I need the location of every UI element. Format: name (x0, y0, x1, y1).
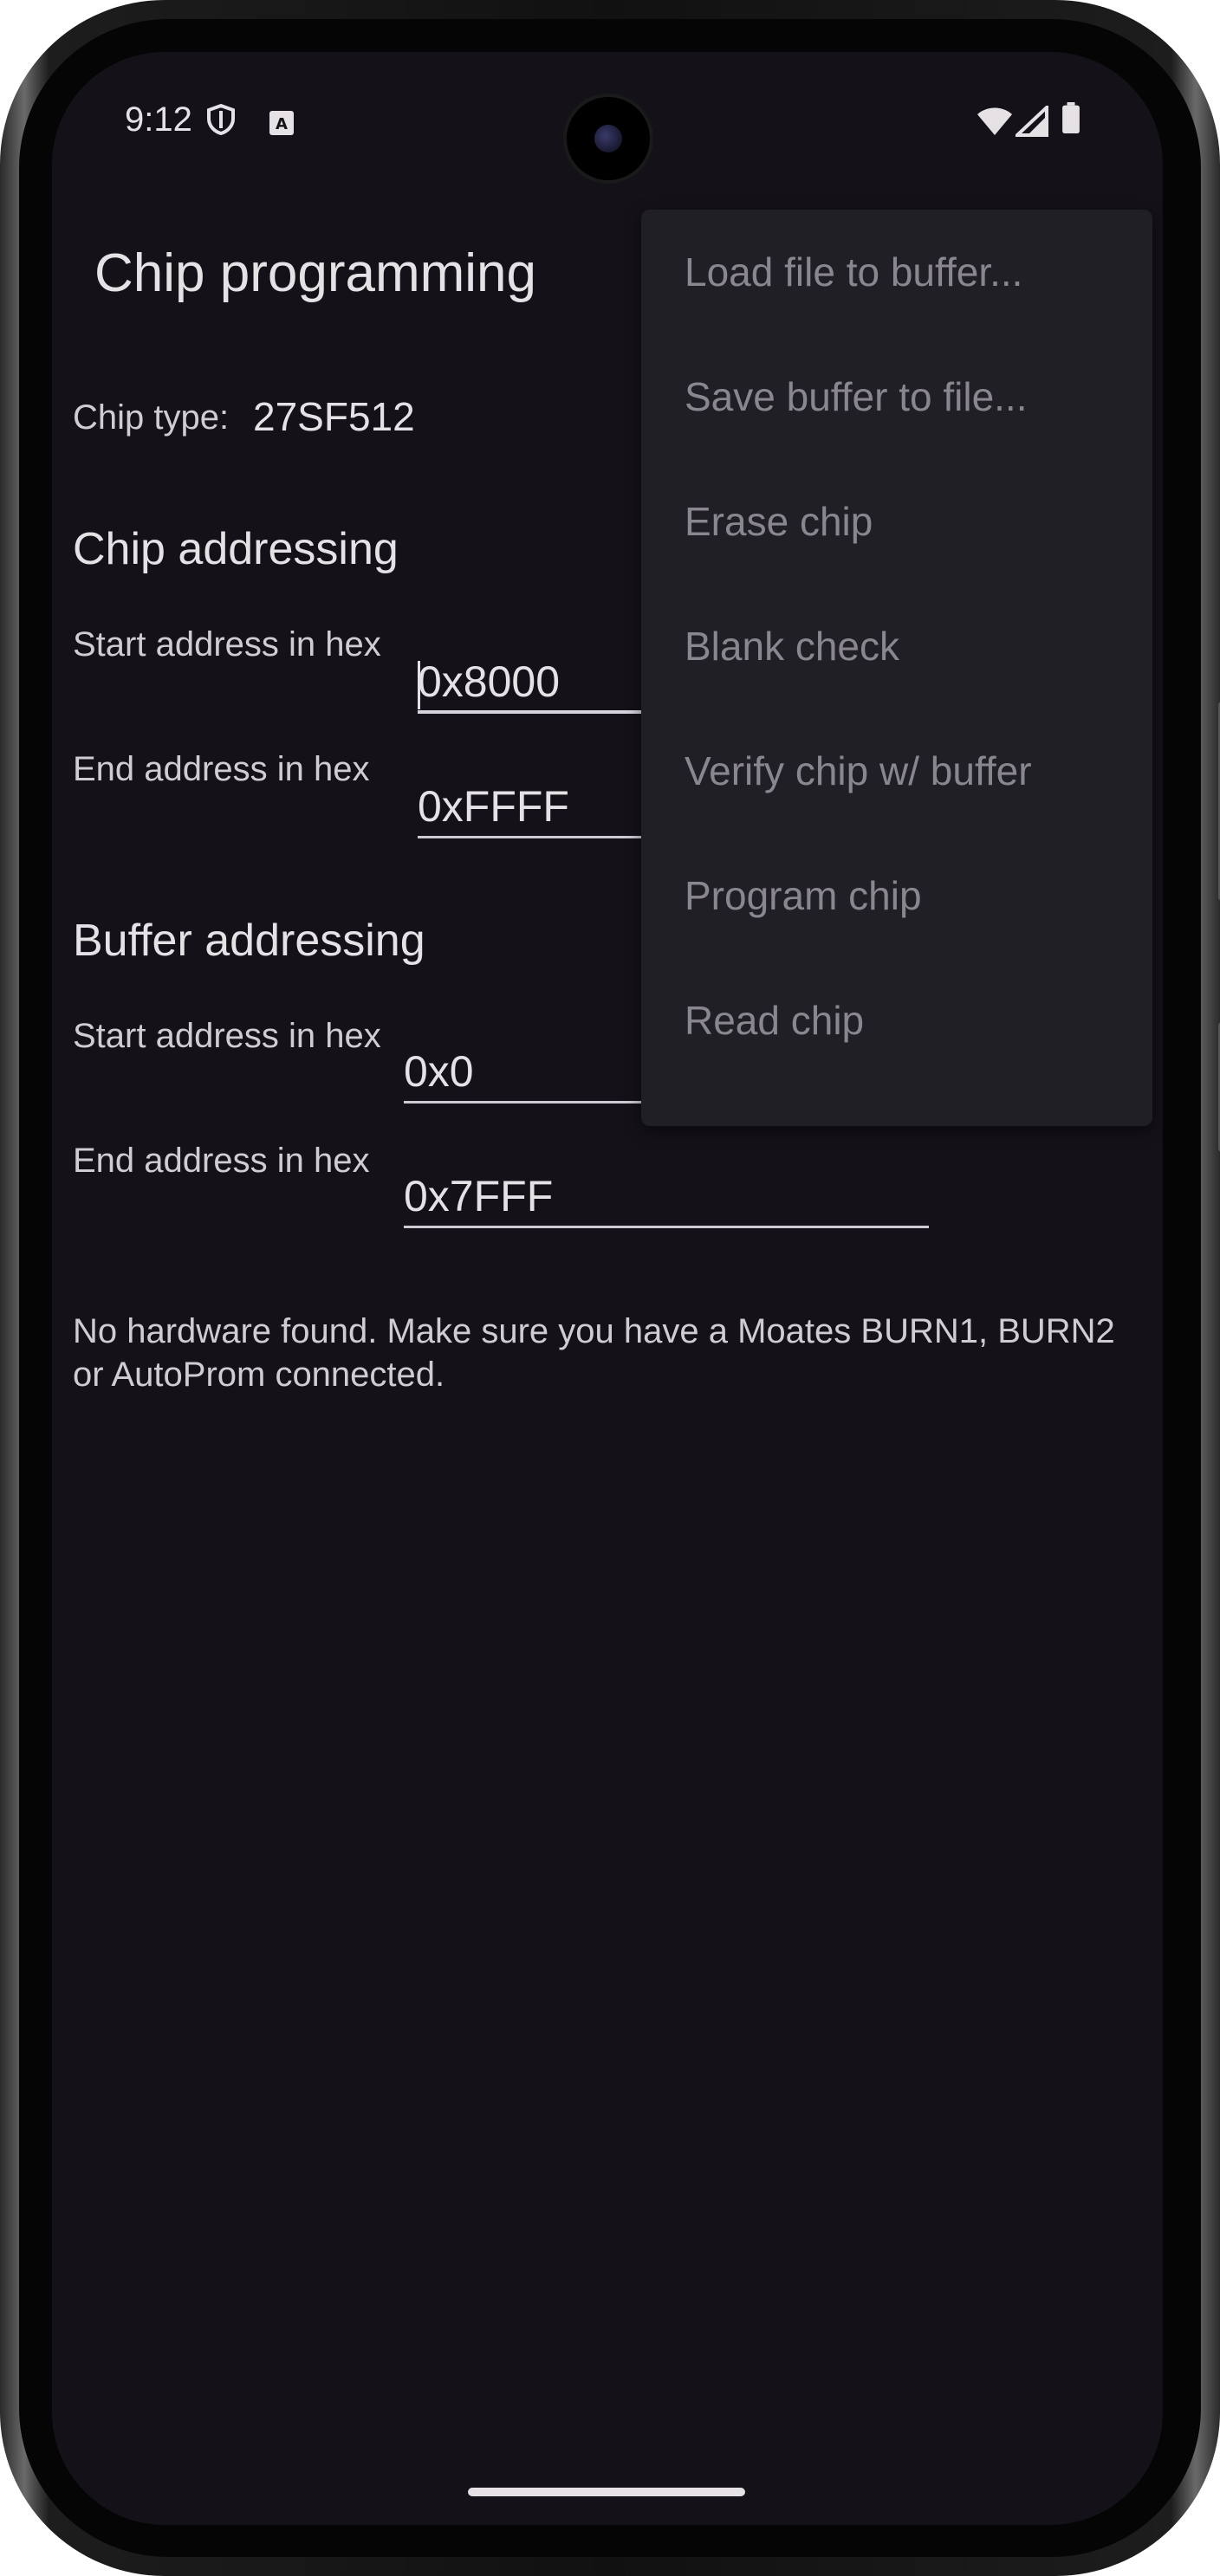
page-title: Chip programming (94, 243, 536, 303)
menu-item-program-chip[interactable]: Program chip (641, 833, 1152, 958)
chip-start-address-label: Start address in hex (73, 625, 381, 663)
status-time: 9:12 (125, 100, 192, 139)
chip-type-value: 27SF512 (253, 394, 415, 439)
device-frame: 9:12 A Chip programming Chip type: 27SF5… (0, 0, 1220, 2576)
buffer-end-address-label: End address in hex (73, 1142, 370, 1180)
battery-icon (1062, 102, 1080, 133)
gesture-nav-handle[interactable] (468, 2488, 745, 2496)
menu-item-verify-chip[interactable]: Verify chip w/ buffer (641, 709, 1152, 833)
a-badge-icon: A (269, 111, 294, 135)
menu-item-save-buffer[interactable]: Save buffer to file... (641, 334, 1152, 459)
buffer-start-address-label: Start address in hex (73, 1017, 381, 1055)
menu-item-load-file[interactable]: Load file to buffer... (641, 210, 1152, 334)
chip-end-address-value: 0xFFFF (418, 782, 569, 831)
shield-icon (207, 104, 235, 135)
chip-addressing-title: Chip addressing (73, 524, 399, 574)
menu-item-read-chip[interactable]: Read chip (641, 958, 1152, 1083)
buffer-start-address-value: 0x0 (404, 1047, 474, 1096)
cell-signal-icon (1016, 106, 1048, 137)
buffer-addressing-title: Buffer addressing (73, 916, 425, 966)
hardware-status-message: No hardware found. Make sure you have a … (73, 1312, 1115, 1394)
chip-end-address-label: End address in hex (73, 750, 370, 788)
chip-start-address-value: 0x8000 (418, 657, 561, 706)
menu-item-blank-check[interactable]: Blank check (641, 584, 1152, 709)
svg-text:A: A (276, 115, 288, 133)
chip-type-label: Chip type: (73, 398, 230, 437)
buffer-end-address-input[interactable]: 0x7FFF (404, 1164, 929, 1228)
wifi-icon (977, 107, 1012, 135)
overflow-menu: Load file to buffer... Save buffer to fi… (641, 210, 1152, 1126)
buffer-end-address-value: 0x7FFF (404, 1172, 554, 1220)
menu-item-erase-chip[interactable]: Erase chip (641, 459, 1152, 584)
screen: 9:12 A Chip programming Chip type: 27SF5… (52, 52, 1163, 2525)
front-camera (567, 97, 650, 180)
